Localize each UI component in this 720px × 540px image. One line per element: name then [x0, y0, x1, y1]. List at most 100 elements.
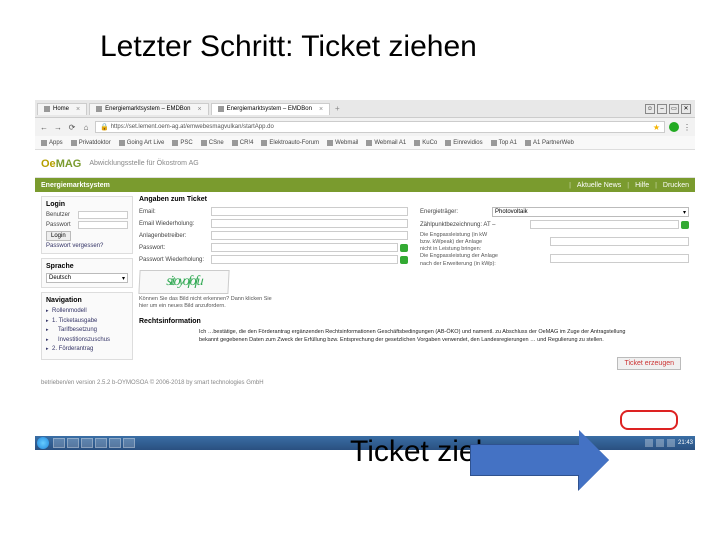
login-button[interactable]: Login — [46, 231, 71, 241]
taskbar-app-icon[interactable] — [95, 438, 107, 448]
pass-input[interactable] — [211, 243, 398, 252]
bookmark-label: Apps — [49, 140, 63, 146]
nav-link-news[interactable]: Aktuelle News — [577, 182, 621, 189]
captcha-help-text[interactable]: Können Sie das Bild nicht erkennen? Dann… — [139, 296, 279, 310]
reload-button[interactable]: ⟳ — [67, 122, 77, 132]
site-icon — [232, 140, 238, 146]
nav-item[interactable]: Investitionszuschus — [46, 336, 128, 346]
slide-title: Letzter Schritt: Ticket ziehen — [0, 0, 720, 76]
bookmark-label: Privatdoktor — [79, 140, 111, 146]
forgot-password-link[interactable]: Passwort vergessen? — [46, 243, 128, 249]
browser-tab[interactable]: Energiemarktsystem – EMDBon × — [89, 103, 208, 115]
browser-tab[interactable]: Home × — [37, 103, 87, 115]
required-icon — [681, 221, 689, 229]
taskbar-app-icon[interactable] — [53, 438, 65, 448]
password-input[interactable] — [78, 221, 128, 229]
taskbar-app-icon[interactable] — [81, 438, 93, 448]
window-min-button[interactable]: – — [657, 104, 667, 114]
bookmark-item[interactable]: Apps — [41, 140, 63, 146]
folder-icon — [41, 140, 47, 146]
bookmark-item[interactable]: CSne — [201, 140, 224, 146]
bookmark-item[interactable]: Going Art Live — [119, 140, 165, 146]
nav-link-print[interactable]: Drucken — [663, 182, 689, 189]
login-heading: Login — [46, 201, 128, 208]
forward-button[interactable]: → — [53, 122, 63, 132]
capacity-input-2[interactable] — [550, 254, 689, 263]
bookmark-item[interactable]: Webmail — [327, 140, 358, 146]
page-icon — [218, 106, 224, 112]
operator-input[interactable] — [211, 231, 408, 240]
bookmark-label: Webmail A1 — [374, 140, 406, 146]
profile-icon[interactable]: ☺ — [645, 104, 655, 114]
nav-link-help[interactable]: Hilfe — [635, 182, 649, 189]
page-icon — [44, 106, 50, 112]
language-heading: Sprache — [46, 263, 128, 270]
window-close-button[interactable]: ✕ — [681, 104, 691, 114]
pass2-label: Passwort Wiederholung: — [139, 257, 211, 263]
nav-item[interactable]: Tarifbesetzung — [46, 326, 128, 336]
tray-icon[interactable] — [656, 439, 664, 447]
required-icon — [400, 256, 408, 264]
user-label: Benutzer — [46, 212, 76, 218]
create-ticket-button[interactable]: Ticket erzeugen — [617, 357, 681, 370]
nav-item[interactable]: Rollenmodell — [46, 307, 128, 317]
pass2-input[interactable] — [211, 255, 398, 264]
bookmark-item[interactable]: Einrevidios — [445, 140, 482, 146]
bookmark-item[interactable]: PSC — [172, 140, 192, 146]
tray-icon[interactable] — [667, 439, 675, 447]
browser-tab-active[interactable]: Energiemarktsystem – EMDBon × — [211, 103, 330, 115]
home-button[interactable]: ⌂ — [81, 122, 91, 132]
captcha-image: sitoyofofu — [138, 270, 229, 294]
site-icon — [525, 140, 531, 146]
password-label: Passwort — [46, 222, 76, 228]
bookmark-item[interactable]: CR!4 — [232, 140, 254, 146]
energy-type-label: Energieträger: — [420, 209, 492, 215]
form-heading: Angaben zum Ticket — [139, 196, 689, 203]
chevron-down-icon: ▾ — [683, 209, 686, 216]
capacity-input-1[interactable] — [550, 237, 689, 246]
browser-menu-button[interactable]: ⋮ — [683, 123, 691, 132]
email2-input[interactable] — [211, 219, 408, 228]
close-icon[interactable]: × — [197, 106, 201, 113]
back-button[interactable]: ← — [39, 122, 49, 132]
bookmark-item[interactable]: A1 PartnerWeb — [525, 140, 574, 146]
email-input[interactable] — [211, 207, 408, 216]
bookmark-item[interactable]: Elektroauto-Forum — [261, 140, 319, 146]
new-tab-button[interactable]: + — [335, 104, 340, 113]
profile-avatar[interactable] — [669, 122, 679, 132]
nav-item[interactable]: 2. Förderantrag — [46, 345, 128, 355]
oemag-logo: OeMAG — [41, 158, 81, 170]
taskbar-app-icon[interactable] — [123, 438, 135, 448]
site-icon — [261, 140, 267, 146]
energy-type-select[interactable]: Photovoltaik▾ — [492, 207, 689, 217]
nav-item[interactable]: 1. Ticketausgabe — [46, 317, 128, 327]
taskbar-app-icon[interactable] — [109, 438, 121, 448]
user-input[interactable] — [78, 211, 128, 219]
bookmark-item[interactable]: Privatdoktor — [71, 140, 111, 146]
language-box: Sprache Deutsch▾ — [41, 258, 133, 288]
close-icon[interactable]: × — [76, 106, 80, 113]
site-header: OeMAG Abwicklungsstelle für Ökostrom AG — [35, 150, 695, 178]
bookmark-item[interactable]: KuCo — [414, 140, 437, 146]
start-button[interactable] — [37, 437, 49, 449]
clock[interactable]: 21:43 — [678, 440, 693, 446]
address-bar[interactable]: 🔒 https://set.lement.oem-ag.at/emwebesma… — [95, 121, 665, 133]
bookmark-star-icon[interactable]: ★ — [653, 123, 660, 132]
bookmarks-bar: Apps Privatdoktor Going Art Live PSC CSn… — [35, 136, 695, 150]
logo-part-mag: MAG — [56, 158, 82, 170]
close-icon[interactable]: × — [319, 106, 323, 113]
bookmark-item[interactable]: Top A1 — [491, 140, 517, 146]
meterpoint-input[interactable] — [530, 220, 679, 229]
tray-icon[interactable] — [645, 439, 653, 447]
url-text: https://set.lement.oem-ag.at/emwebesmagv… — [111, 124, 274, 130]
window-max-button[interactable]: ▭ — [669, 104, 679, 114]
bookmark-label: Elektroauto-Forum — [269, 140, 319, 146]
legal-heading: Rechtsinformation — [139, 318, 689, 325]
language-select[interactable]: Deutsch▾ — [46, 273, 128, 283]
taskbar-app-icon[interactable] — [67, 438, 79, 448]
site-icon — [491, 140, 497, 146]
capacity-note: Die Engpassleistung (in kW bzw. kWpeak) … — [420, 232, 550, 268]
site-icon — [414, 140, 420, 146]
tab-label: Home — [53, 106, 69, 112]
bookmark-item[interactable]: Webmail A1 — [366, 140, 406, 146]
